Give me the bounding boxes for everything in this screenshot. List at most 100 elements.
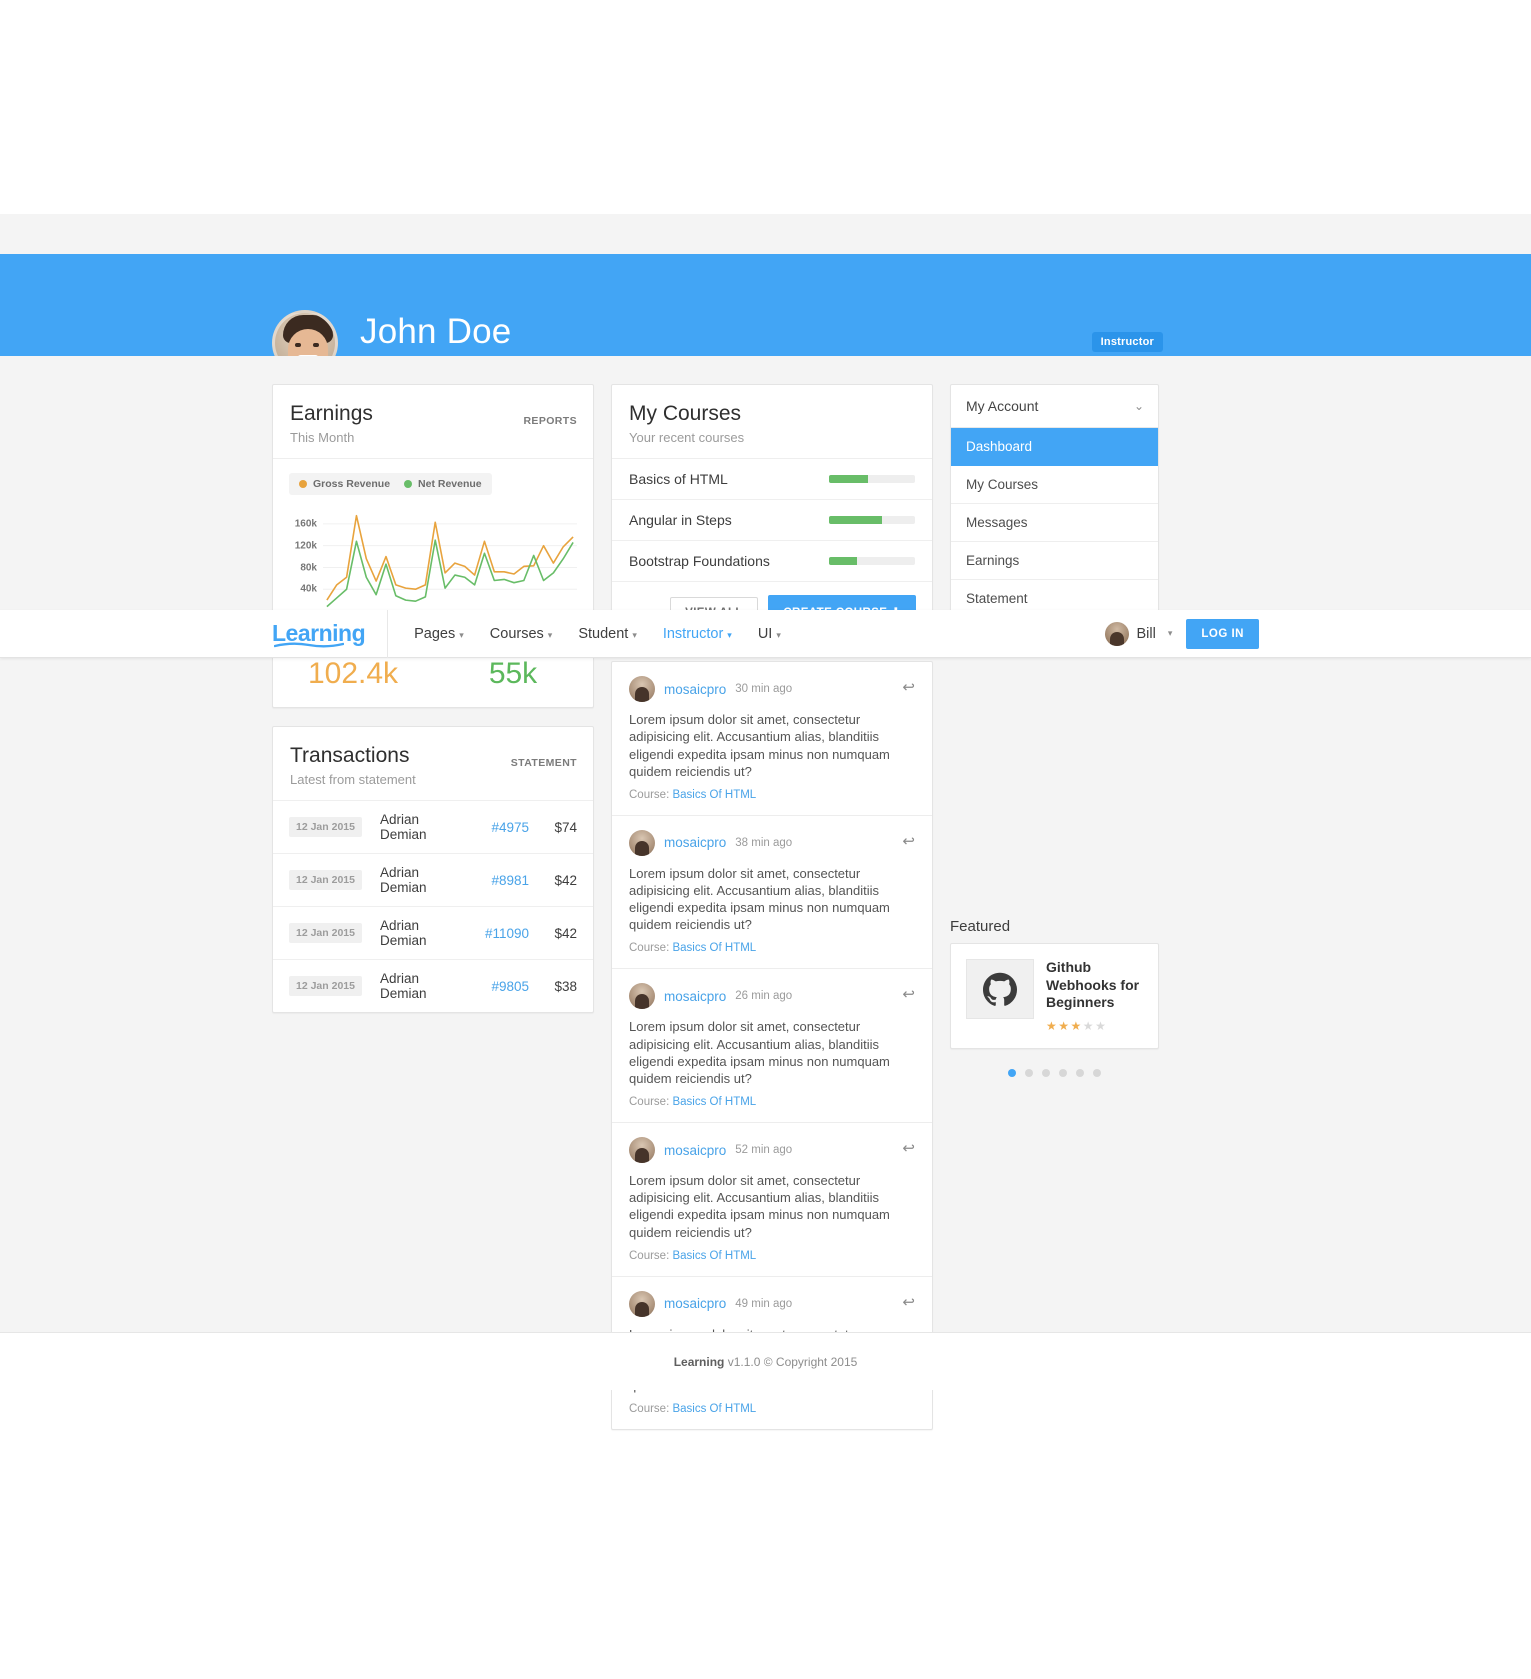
nav-link-courses[interactable]: Courses ▾: [490, 626, 553, 642]
y-tick-label: 120k: [294, 540, 317, 552]
list-item[interactable]: Angular in Steps: [612, 500, 932, 542]
avatar: [629, 829, 655, 856]
avatar: [629, 1137, 655, 1164]
comment-course: Course: Basics Of HTML: [629, 1096, 915, 1108]
transaction-name: Adrian Demian: [379, 918, 427, 949]
avatar: [272, 310, 338, 356]
carousel-dot[interactable]: [1008, 1068, 1016, 1077]
list-item[interactable]: Bootstrap Foundations: [612, 541, 932, 583]
reply-icon[interactable]: ↩: [902, 985, 915, 1003]
nav-link-student[interactable]: Student ▾: [578, 626, 637, 642]
featured-course-name: Github Webhooks for Beginners: [1046, 959, 1140, 1010]
sidebar-item-label: Statement: [966, 591, 1028, 606]
stat-gross-value: 102.4k: [307, 657, 399, 691]
table-row[interactable]: 12 Jan 2015 Adrian Demian #4975 $74: [273, 800, 593, 853]
reply-icon[interactable]: ↩: [902, 832, 915, 850]
avatar: [629, 676, 655, 703]
comment-author[interactable]: mosaicpro: [664, 989, 726, 1004]
earnings-subtitle: This Month: [290, 430, 355, 446]
carousel-dot[interactable]: [1042, 1068, 1050, 1077]
comment-item: mosaicpro 26 min ago ↩ Lorem ipsum dolor si…: [612, 969, 932, 1124]
legend-item-gross: Gross Revenue: [299, 478, 390, 490]
y-tick-label: 40k: [300, 583, 317, 595]
table-row[interactable]: 12 Jan 2015 Adrian Demian #8981 $42: [273, 853, 593, 906]
user-menu[interactable]: Bill ▾: [1104, 621, 1173, 646]
login-button[interactable]: LOG IN: [1186, 618, 1259, 649]
featured-card[interactable]: Github Webhooks for Beginners ★★★★★: [950, 943, 1159, 1049]
nav-link-pages[interactable]: Pages ▾: [414, 626, 464, 642]
comment-header: mosaicpro 52 min ago: [629, 1137, 915, 1164]
comment-author[interactable]: mosaicpro: [664, 1143, 726, 1158]
transaction-amount: $42: [554, 872, 577, 888]
transactions-card: Transactions Latest from statement STATE…: [272, 726, 594, 1014]
comment-item: mosaicpro 52 min ago ↩ Lorem ipsum dolor si…: [612, 1123, 932, 1277]
comment-header: mosaicpro 49 min ago: [629, 1290, 915, 1317]
comment-body: Lorem ipsum dolor sit amet, consectetur …: [629, 712, 890, 779]
sidebar-item-my-courses[interactable]: My Courses: [951, 466, 1158, 504]
star-icon: ★: [1046, 1018, 1059, 1033]
comment-author[interactable]: mosaicpro: [664, 835, 726, 850]
comment-course-link[interactable]: Basics Of HTML: [672, 942, 756, 954]
comment-course-label: Course:: [629, 788, 670, 801]
comment-body: Lorem ipsum dolor sit amet, consectetur …: [629, 1173, 890, 1240]
reply-icon[interactable]: ↩: [902, 678, 915, 696]
list-item[interactable]: Basics of HTML: [612, 459, 932, 501]
table-row[interactable]: 12 Jan 2015 Adrian Demian #9805 $38: [273, 959, 593, 1012]
comment-course-link[interactable]: Basics Of HTML: [672, 1250, 756, 1262]
nav-link-ui[interactable]: UI ▾: [758, 626, 781, 642]
navbar-inner: Learning Pages ▾ Courses ▾ Student ▾ Instructo…: [272, 609, 1259, 658]
legend-item-net: Net Revenue: [404, 478, 482, 490]
comment-course-link[interactable]: Basics Of HTML: [672, 1403, 756, 1415]
carousel-dot[interactable]: [1059, 1068, 1067, 1077]
chart-lines: [323, 505, 577, 617]
y-tick-label: 80k: [300, 562, 317, 574]
legend-label-net: Net Revenue: [418, 478, 482, 491]
carousel-dots[interactable]: [950, 1068, 1159, 1077]
table-row[interactable]: 12 Jan 2015 Adrian Demian #11090 $42: [273, 906, 593, 959]
comment-header: mosaicpro 30 min ago: [629, 676, 915, 703]
column-left: Earnings This Month REPORTS Gross Revenu…: [272, 384, 594, 1014]
nav-link-label: Courses: [489, 625, 544, 642]
account-menu-header[interactable]: My Account ⌄: [951, 385, 1158, 428]
transaction-id[interactable]: #9805: [457, 979, 529, 994]
sidebar-item-dashboard[interactable]: Dashboard: [951, 428, 1158, 466]
reports-link[interactable]: REPORTS: [523, 415, 577, 427]
comment-course-link[interactable]: Basics Of HTML: [672, 1096, 756, 1108]
status-badge: Instructor: [1091, 332, 1163, 352]
comment-course-label: Course:: [629, 1096, 670, 1109]
chevron-down-icon: ⌄: [1133, 399, 1144, 413]
comment-author[interactable]: mosaicpro: [664, 1296, 726, 1311]
transaction-id[interactable]: #4975: [457, 820, 529, 835]
sidebar-item-messages[interactable]: Messages: [951, 504, 1158, 542]
transaction-name: Adrian Demian: [379, 865, 427, 896]
statement-link[interactable]: STATEMENT: [511, 757, 577, 769]
column-right: My Account ⌄ Dashboard My Courses Messages…: [950, 384, 1159, 1077]
nav-link-instructor[interactable]: Instructor ▾: [663, 626, 732, 642]
comment-course-label: Course:: [629, 942, 670, 955]
transaction-id[interactable]: #8981: [457, 873, 529, 888]
brand-logo[interactable]: Learning: [272, 609, 389, 658]
sidebar-item-label: Earnings: [966, 553, 1020, 568]
transaction-amount: $42: [554, 925, 577, 941]
hero-identity: John Doe View public profile: [272, 310, 511, 356]
sidebar-item-label: Messages: [966, 515, 1028, 530]
carousel-dot[interactable]: [1025, 1068, 1033, 1077]
reply-icon[interactable]: ↩: [902, 1139, 915, 1157]
comment-author[interactable]: mosaicpro: [664, 682, 726, 697]
avatar: [629, 983, 655, 1010]
comment-header: mosaicpro 26 min ago: [629, 983, 915, 1010]
comment-course-label: Course:: [629, 1249, 670, 1262]
featured-meta: Github Webhooks for Beginners ★★★★★: [1046, 959, 1143, 1033]
carousel-dot[interactable]: [1076, 1068, 1084, 1077]
chevron-down-icon: ▾: [1167, 628, 1173, 638]
carousel-dot[interactable]: [1093, 1068, 1101, 1077]
transaction-date: 12 Jan 2015: [289, 976, 362, 997]
comment-course-link[interactable]: Basics Of HTML: [672, 789, 756, 801]
legend-dot-gross: [299, 480, 307, 489]
chevron-down-icon: ▾: [727, 629, 732, 640]
sidebar-item-earnings[interactable]: Earnings: [951, 542, 1158, 580]
earnings-header: Earnings This Month REPORTS: [273, 385, 593, 460]
reply-icon[interactable]: ↩: [902, 1293, 915, 1311]
transaction-id[interactable]: #11090: [457, 926, 529, 941]
comment-course: Course: Basics Of HTML: [629, 789, 915, 801]
